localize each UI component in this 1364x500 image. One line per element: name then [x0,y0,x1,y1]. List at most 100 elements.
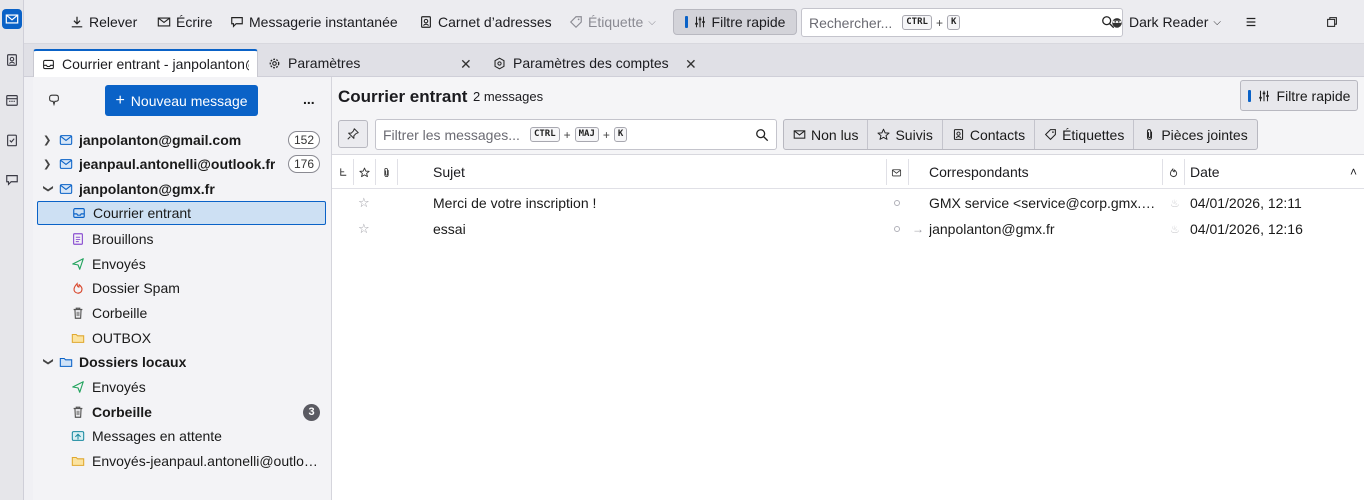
column-separator [908,159,909,185]
tab-settings[interactable]: Paramètres [260,49,460,77]
folder-drafts[interactable]: Brouillons [37,227,326,251]
download-icon [71,16,83,28]
folder-title: Courrier entrant [338,87,468,106]
chat-space-icon[interactable] [2,170,22,190]
drafts-icon [73,233,83,245]
subject-column-header[interactable]: Sujet [433,155,465,189]
tab-inbox[interactable]: Courrier entrant - janpolanton@gmx.fr [33,49,258,77]
quick-filter-toggle[interactable]: Filtre rapide [673,9,797,35]
get-messages-button[interactable]: Relever [66,9,141,35]
read-status-column-icon[interactable] [891,155,902,189]
attachment-column-icon[interactable] [381,155,392,189]
filter-starred-button[interactable]: Suivis [868,120,943,149]
folder-sent[interactable]: Envoyés [37,252,326,276]
star-toggle-icon[interactable]: ☆ [358,190,370,216]
write-label: Écrire [176,14,213,30]
shortcut-key-ctrl: CTRL [529,127,560,142]
dark-reader-button[interactable]: Dark Reader ⌵ [1106,9,1225,35]
filter-attachments-label: Pièces jointes [1161,126,1248,143]
folder-inbox[interactable]: Courrier entrant [37,201,326,225]
sort-ascending-icon: ˄ [1350,165,1358,179]
folder-label: Corbeille [92,305,148,321]
local-folder-trash[interactable]: Corbeille 3 [37,400,326,424]
junk-column-icon[interactable] [1168,155,1179,189]
folder-icon [71,456,85,466]
new-message-button[interactable]: + Nouveau message [105,85,258,116]
filter-unread-label: Non lus [811,126,859,143]
folder-mode-icon[interactable] [46,92,62,108]
filter-placeholder: Filtrer les messages... [383,126,520,143]
account-gmail[interactable]: ❯ janpolanton@gmail.com 152 [37,128,326,152]
active-indicator [684,16,688,28]
close-tab-settings-icon[interactable]: ✕ [460,56,472,73]
chevron-down-icon[interactable]: ❯ [43,357,54,367]
folder-pane-menu-button[interactable]: ... [303,91,315,107]
local-folders[interactable]: ❯ Dossiers locaux [37,350,326,374]
filter-attachments-button[interactable]: Pièces jointes [1134,120,1256,149]
tasks-space-icon[interactable] [2,130,22,150]
filter-messages-input[interactable]: Filtrer les messages... CTRL + MAJ + K [375,119,777,150]
filter-contacts-button[interactable]: Contacts [943,120,1036,149]
gear-icon [269,58,280,68]
junk-status-icon[interactable]: ♨ [1170,216,1180,242]
star-column-icon[interactable] [359,155,370,189]
column-separator [353,159,354,185]
trash-icon [73,307,83,319]
close-tab-account-settings-icon[interactable]: ✕ [685,56,697,73]
app-menu-button[interactable] [1240,9,1262,35]
global-search-input[interactable]: Rechercher... CTRL + K [801,8,1123,37]
quick-filter-toggle-button[interactable]: Filtre rapide [1240,80,1358,111]
chat-button[interactable]: Messagerie instantanée [226,9,402,35]
correspondents-column-label: Correspondants [929,164,1029,180]
folder-trash[interactable]: Corbeille [37,301,326,325]
message-row[interactable]: ☆ essai → janpolanton@gmx.fr ♨ 04/01/202… [332,216,1364,242]
sent-icon [72,381,84,393]
folder-label: Dossier Spam [92,280,180,296]
local-folder-sent-outlook[interactable]: Envoyés-jeanpaul.antonelli@outlook.fr [37,449,326,473]
chevron-right-icon[interactable]: ❯ [43,135,53,146]
account-settings-icon [494,57,505,69]
mail-account-icon [59,159,73,169]
address-book-button[interactable]: Carnet d’adresses [415,9,556,35]
mail-space-icon[interactable] [2,9,22,29]
unread-count: 3 [303,403,320,421]
plus-icon: + [115,91,125,109]
outgoing-arrow-icon: → [912,222,924,236]
filter-tags-button[interactable]: Étiquettes [1035,120,1135,149]
tab-account-settings[interactable]: Paramètres des comptes [485,49,685,77]
column-separator [1162,159,1163,185]
inbox-icon [43,59,54,69]
address-book-space-icon[interactable] [2,50,22,70]
message-list-header: Sujet Correspondants Date ˄ [332,155,1364,189]
date-column-header[interactable]: Date [1190,155,1220,189]
message-row[interactable]: ☆ Merci de votre inscription ! GMX servi… [332,190,1364,216]
inbox-icon [73,208,85,218]
local-folders-icon [59,357,73,367]
restore-window-button[interactable] [1321,9,1343,35]
shortcut-key-maj: MAJ [574,127,599,142]
chevron-right-icon[interactable]: ❯ [43,159,53,170]
filter-unread-button[interactable]: Non lus [784,120,869,149]
tab-inbox-label: Courrier entrant - janpolanton@gmx.fr [62,56,249,72]
folder-spam[interactable]: Dossier Spam [37,276,326,300]
calendar-space-icon[interactable] [2,90,22,110]
shortcut-plus: + [935,15,943,30]
chevron-down-icon[interactable]: ❯ [43,184,54,194]
tag-button[interactable]: Étiquette ⌵ [565,9,660,35]
tab-account-settings-label: Paramètres des comptes [513,55,669,71]
account-outlook[interactable]: ❯ jeanpaul.antonelli@outlook.fr 176 [37,152,326,176]
account-label: janpolanton@gmail.com [79,132,242,148]
correspondents-column-header[interactable]: Correspondants [929,155,1029,189]
local-folder-unsent[interactable]: Messages en attente [37,424,326,448]
write-button[interactable]: Écrire [153,9,217,35]
sticky-filter-button[interactable] [338,120,368,148]
local-folder-sent[interactable]: Envoyés [37,375,326,399]
read-status-dot-icon[interactable] [894,190,900,216]
read-status-dot-icon[interactable] [894,216,900,242]
junk-status-icon[interactable]: ♨ [1170,190,1180,216]
account-gmx[interactable]: ❯ janpolanton@gmx.fr [37,177,326,201]
folder-outbox[interactable]: OUTBOX [37,326,326,350]
thread-column-icon[interactable] [338,155,349,189]
star-toggle-icon[interactable]: ☆ [358,216,370,242]
tag-icon [569,16,582,29]
